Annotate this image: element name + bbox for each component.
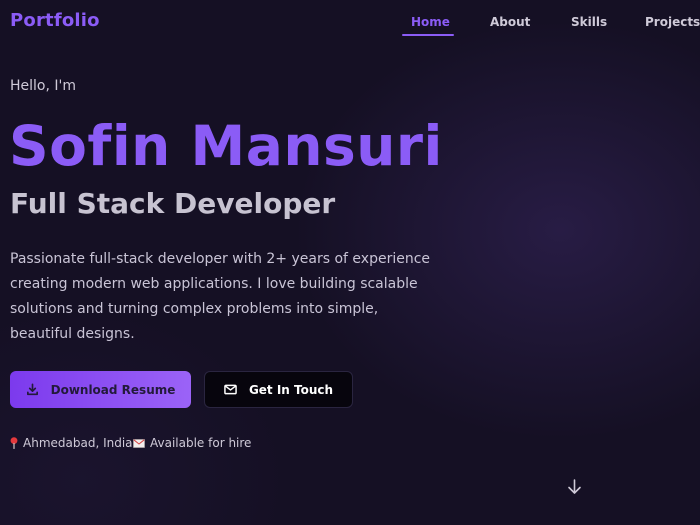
logo[interactable]: Portfolio [10,10,100,31]
download-resume-button[interactable]: Download Resume [10,371,191,408]
availability-text: Available for hire [150,436,252,450]
nav-about[interactable]: About [490,15,530,29]
location: Ahmedabad, India [10,436,133,450]
mail-icon [224,384,237,395]
hero-role: Full Stack Developer [10,187,336,220]
nav-active-indicator [402,34,454,36]
get-in-touch-label: Get In Touch [248,382,334,397]
download-resume-label: Download Resume [50,382,176,397]
pin-icon [10,437,18,449]
greeting: Hello, I'm [10,78,77,94]
arrow-down-icon[interactable] [566,478,583,499]
envelope-icon [133,438,145,448]
nav-projects[interactable]: Projects [645,15,700,29]
get-in-touch-button[interactable]: Get In Touch [204,371,353,408]
navbar: Portfolio Home About Skills Projects [0,0,700,44]
portfolio-page: Portfolio Home About Skills Projects Hel… [0,0,700,525]
hero-description: Passionate full-stack developer with 2+ … [10,251,431,342]
hero-name: Sofin Mansuri [9,114,443,178]
availability: Available for hire [133,436,251,450]
location-text: Ahmedabad, India [23,436,133,450]
nav-skills[interactable]: Skills [571,15,607,29]
nav-home[interactable]: Home [411,15,450,29]
download-icon [26,383,39,396]
